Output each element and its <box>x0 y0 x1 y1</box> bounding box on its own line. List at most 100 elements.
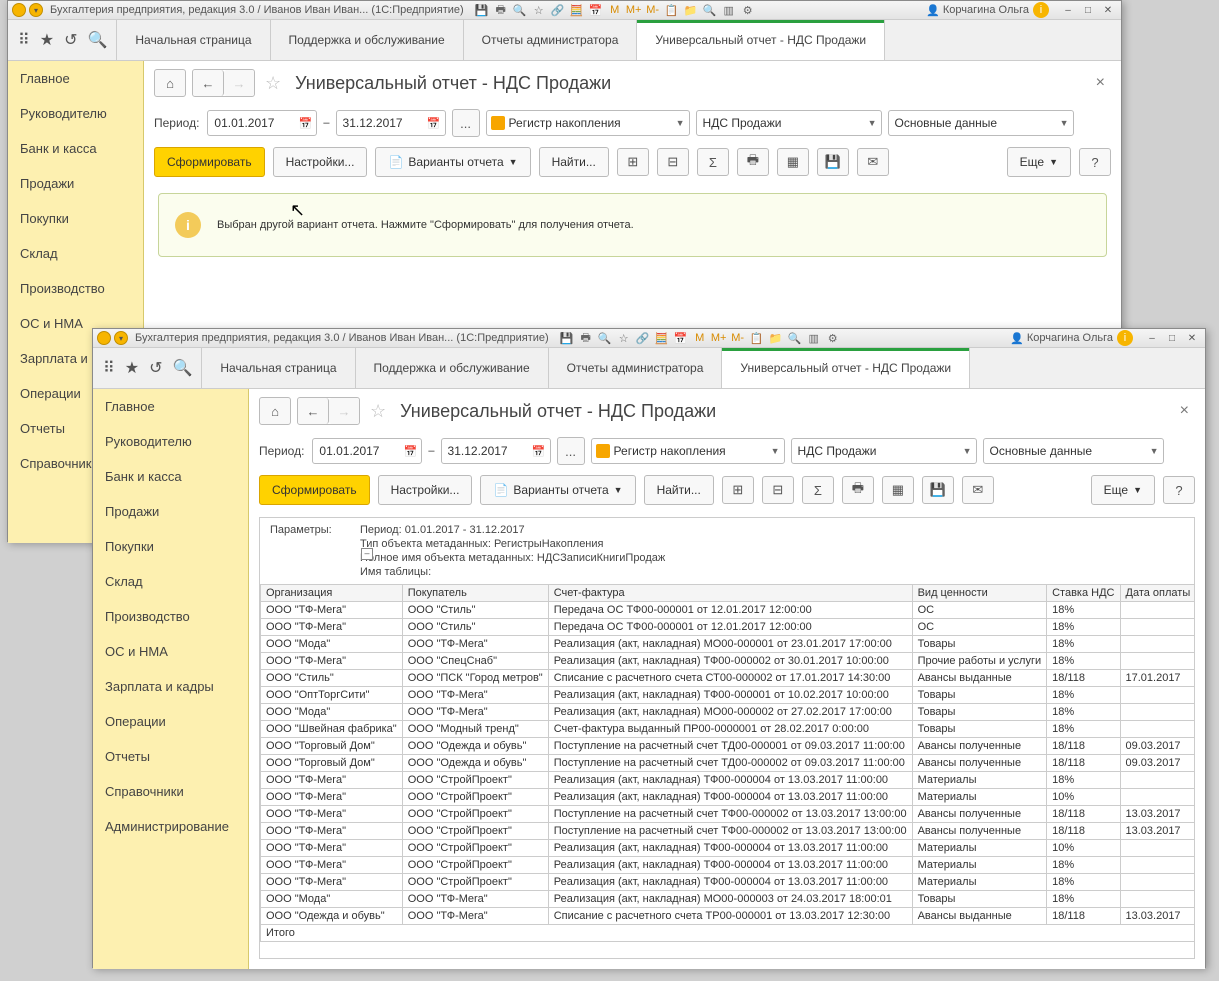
maximize-icon[interactable]: □ <box>1079 2 1097 18</box>
tab[interactable]: Универсальный отчет - НДС Продажи <box>721 348 970 388</box>
sidebar-item[interactable]: Производство <box>8 271 143 306</box>
table-row[interactable]: ООО "ТФ-Mera"ООО "СтройПроект"Реализация… <box>261 874 1196 891</box>
period-picker-button[interactable]: ... <box>452 109 480 137</box>
link-icon[interactable]: 🔗 <box>550 2 566 18</box>
clipboard-icon[interactable]: 📋 <box>749 330 765 346</box>
date-from-input[interactable]: 01.01.2017📅 <box>207 110 317 136</box>
period-picker-button[interactable]: ... <box>557 437 585 465</box>
table-row[interactable]: ООО "Мода"ООО "ТФ-Mera"Реализация (акт, … <box>261 636 1196 653</box>
variants-button[interactable]: 📄 Варианты отчета ▼ <box>375 147 530 177</box>
table-select[interactable]: Основные данные▼ <box>983 438 1164 464</box>
star-icon[interactable]: ☆ <box>531 2 547 18</box>
user-label[interactable]: 👤 Корчагина Ольга <box>1010 332 1113 345</box>
table-row[interactable]: ООО "Одежда и обувь"ООО "ТФ-Mera"Списани… <box>261 908 1196 925</box>
m-minus-icon[interactable]: M- <box>645 2 661 18</box>
table-row[interactable]: ООО "ОптТоргСити"ООО "ТФ-Mera"Реализация… <box>261 687 1196 704</box>
favorite-icon[interactable]: ★ <box>125 358 139 378</box>
info-icon[interactable]: i <box>1117 330 1133 346</box>
sidebar-item[interactable]: Склад <box>93 564 248 599</box>
m-plus-icon[interactable]: M+ <box>711 330 727 346</box>
collapse-toggle[interactable]: – <box>361 548 373 560</box>
print-icon[interactable]: 🖶 <box>737 148 769 176</box>
sum-icon[interactable]: Σ <box>697 148 729 176</box>
sidebar-item[interactable]: Продажи <box>93 494 248 529</box>
expand-icon[interactable]: ⊞ <box>617 148 649 176</box>
star-outline-icon[interactable]: ☆ <box>265 73 281 94</box>
maximize-icon[interactable]: □ <box>1163 330 1181 346</box>
table-row[interactable]: ООО "ТФ-Mera"ООО "СтройПроект"Реализация… <box>261 840 1196 857</box>
date-to-input[interactable]: 31.12.2017📅 <box>336 110 446 136</box>
calendar-icon[interactable]: 📅 <box>427 117 441 130</box>
calendar-icon[interactable]: 📅 <box>532 445 546 458</box>
collapse-icon[interactable]: ⊟ <box>762 476 794 504</box>
sidebar-item[interactable]: Покупки <box>93 529 248 564</box>
table-row[interactable]: ООО "ТФ-Mera"ООО "СпецСнаб"Реализация (а… <box>261 653 1196 670</box>
apps-icon[interactable]: ⠿ <box>103 358 115 378</box>
table-row[interactable]: ООО "ТФ-Mera"ООО "СтройПроект"Реализация… <box>261 772 1196 789</box>
table-icon[interactable]: ▦ <box>882 476 914 504</box>
star-outline-icon[interactable]: ☆ <box>370 401 386 422</box>
sidebar-item[interactable]: Руководителю <box>93 424 248 459</box>
sidebar-item[interactable]: Склад <box>8 236 143 271</box>
folder-icon[interactable]: 📁 <box>768 330 784 346</box>
clipboard-icon[interactable]: 📋 <box>664 2 680 18</box>
source-select[interactable]: Регистр накопления▼ <box>591 438 785 464</box>
star-icon[interactable]: ☆ <box>616 330 632 346</box>
sidebar-item[interactable]: Руководителю <box>8 96 143 131</box>
table-row[interactable]: ООО "Швейная фабрика"ООО "Модный тренд"С… <box>261 721 1196 738</box>
help-button[interactable]: ? <box>1163 476 1195 504</box>
sidebar-item[interactable]: Продажи <box>8 166 143 201</box>
form-button[interactable]: Сформировать <box>259 475 370 505</box>
save-icon[interactable]: 💾 <box>559 330 575 346</box>
calendar-icon[interactable]: 📅 <box>673 330 689 346</box>
table-row[interactable]: ООО "ТФ-Mera"ООО "СтройПроект"Поступлени… <box>261 806 1196 823</box>
print-icon[interactable]: 🖶 <box>578 330 594 346</box>
preview-icon[interactable]: 🔍 <box>512 2 528 18</box>
m-icon[interactable]: M <box>692 330 708 346</box>
table-row[interactable]: ООО "Торговый Дом"ООО "Одежда и обувь"По… <box>261 755 1196 772</box>
dropdown-icon[interactable]: ▾ <box>114 331 128 345</box>
tab[interactable]: Начальная страница <box>201 348 355 388</box>
find-button[interactable]: Найти... <box>539 147 609 177</box>
close-icon[interactable]: ✕ <box>1099 2 1117 18</box>
tab[interactable]: Отчеты администратора <box>548 348 723 388</box>
search-icon[interactable]: 🔍 <box>787 330 803 346</box>
settings-icon[interactable]: ⚙ <box>740 2 756 18</box>
sidebar-item[interactable]: Банк и касса <box>8 131 143 166</box>
sidebar-item[interactable]: Отчеты <box>93 739 248 774</box>
table-row[interactable]: ООО "ТФ-Mera"ООО "СтройПроект"Реализация… <box>261 857 1196 874</box>
history-icon[interactable]: ↺ <box>64 30 77 50</box>
calendar-icon[interactable]: 📅 <box>588 2 604 18</box>
calc-icon[interactable]: 🧮 <box>569 2 585 18</box>
expand-icon[interactable]: ⊞ <box>722 476 754 504</box>
history-icon[interactable]: ↺ <box>149 358 162 378</box>
save-file-icon[interactable]: 💾 <box>922 476 954 504</box>
sidebar-item[interactable]: Главное <box>93 389 248 424</box>
settings-button[interactable]: Настройки... <box>273 147 368 177</box>
tab[interactable]: Поддержка и обслуживание <box>355 348 549 388</box>
find-button[interactable]: Найти... <box>644 475 714 505</box>
table-row[interactable]: ООО "Мода"ООО "ТФ-Mera"Реализация (акт, … <box>261 891 1196 908</box>
settings-icon[interactable]: ⚙ <box>825 330 841 346</box>
search-icon[interactable]: 🔍 <box>702 2 718 18</box>
calendar-icon[interactable]: 📅 <box>299 117 313 130</box>
user-label[interactable]: 👤 Корчагина Ольга <box>926 4 1029 17</box>
settings-button[interactable]: Настройки... <box>378 475 473 505</box>
save-file-icon[interactable]: 💾 <box>817 148 849 176</box>
m-plus-icon[interactable]: M+ <box>626 2 642 18</box>
search-icon[interactable]: 🔍 <box>172 358 192 378</box>
print-icon[interactable]: 🖶 <box>842 476 874 504</box>
m-icon[interactable]: M <box>607 2 623 18</box>
table-select[interactable]: Основные данные▼ <box>888 110 1074 136</box>
tab[interactable]: Универсальный отчет - НДС Продажи <box>636 20 885 60</box>
table-row[interactable]: ООО "ТФ-Mera"ООО "Стиль"Передача ОС ТФ00… <box>261 619 1196 636</box>
table-row[interactable]: ООО "ТФ-Mera"ООО "СтройПроект"Реализация… <box>261 789 1196 806</box>
email-icon[interactable]: ✉ <box>962 476 994 504</box>
home-button[interactable]: ⌂ <box>154 69 186 97</box>
close-tab-button[interactable]: × <box>1174 402 1195 420</box>
sidebar-item[interactable]: Операции <box>93 704 248 739</box>
panels-icon[interactable]: ▥ <box>806 330 822 346</box>
calc-icon[interactable]: 🧮 <box>654 330 670 346</box>
more-button[interactable]: Еще ▼ <box>1007 147 1071 177</box>
source-select[interactable]: Регистр накопления▼ <box>486 110 690 136</box>
